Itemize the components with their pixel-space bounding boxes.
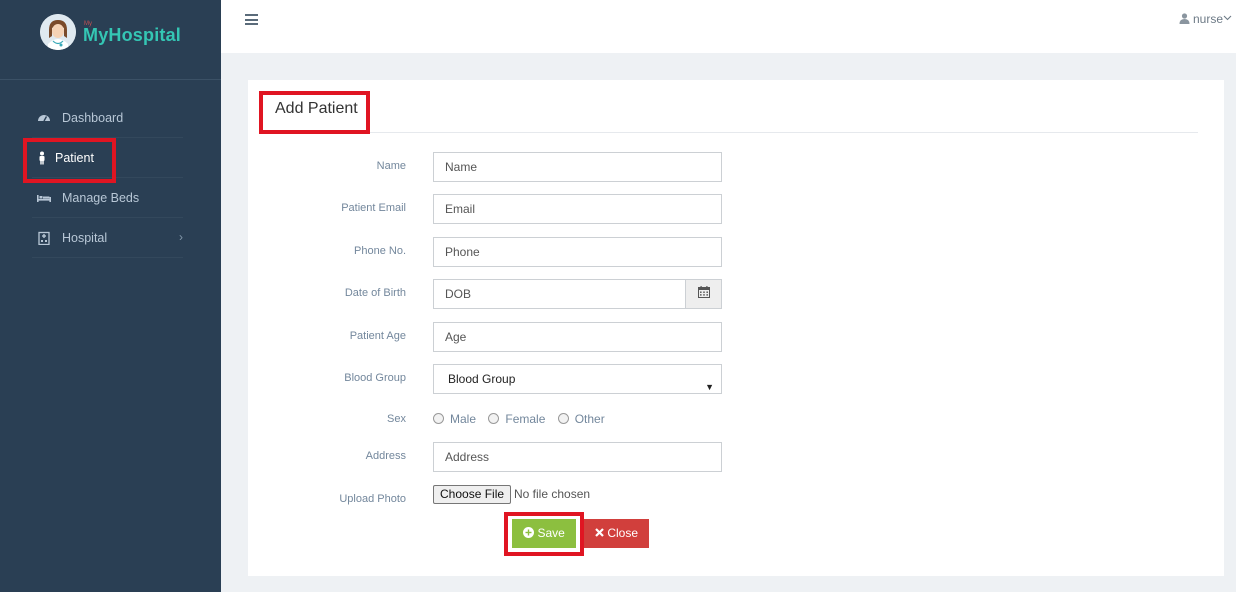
user-menu[interactable]: nurse xyxy=(1179,12,1232,26)
file-status: No file chosen xyxy=(514,487,591,501)
name-label: Name xyxy=(376,160,406,172)
sex-label: Sex xyxy=(387,413,406,425)
username: nurse xyxy=(1192,12,1223,26)
radio-female[interactable] xyxy=(488,413,500,424)
form-row-blood-group: Blood Group Blood Group ▼ xyxy=(0,364,1236,394)
radio-other[interactable] xyxy=(557,413,569,424)
name-field[interactable]: Name xyxy=(433,152,722,182)
title-divider xyxy=(370,132,1198,133)
address-label: Address xyxy=(365,450,406,462)
blood-group-select[interactable]: Blood Group ▼ xyxy=(433,364,722,394)
radio-other-label[interactable]: Other xyxy=(575,412,605,426)
save-button[interactable]: Save xyxy=(512,519,576,548)
age-field[interactable]: Age xyxy=(433,322,722,352)
plus-circle-icon xyxy=(523,527,535,538)
calendar-icon xyxy=(698,286,710,298)
dob-label: Date of Birth xyxy=(344,287,406,299)
nurse-avatar-logo[interactable] xyxy=(40,14,76,50)
form-row-name: Name Name xyxy=(0,152,1236,182)
calendar-button[interactable] xyxy=(685,279,722,309)
form-row-dob: Date of Birth DOB xyxy=(0,279,1236,309)
email-label: Patient Email xyxy=(341,202,406,214)
form-row-sex: Sex Male Female Other xyxy=(0,405,1236,435)
blood-group-label: Blood Group xyxy=(344,372,406,384)
radio-male-label[interactable]: Male xyxy=(450,412,476,426)
sidebar-item-dashboard[interactable]: Dashboard xyxy=(32,98,183,138)
close-button[interactable]: Close xyxy=(584,519,649,548)
brand-name[interactable]: MyHospital xyxy=(83,25,181,46)
radio-female-label[interactable]: Female xyxy=(505,412,545,426)
dropdown-arrow-icon: ▼ xyxy=(705,382,714,392)
form-row-address: Address Address xyxy=(0,442,1236,472)
dob-field[interactable]: DOB xyxy=(433,279,686,309)
form-row-upload-photo: Upload Photo Choose File No file chosen xyxy=(0,485,1236,515)
topbar: nurse xyxy=(221,0,1236,53)
user-icon xyxy=(1179,13,1190,24)
sidebar-item-label: Dashboard xyxy=(62,111,124,125)
email-field[interactable]: Email xyxy=(433,194,722,224)
radio-male[interactable] xyxy=(433,413,444,424)
page-title: Add Patient xyxy=(275,100,358,117)
upload-photo-label: Upload Photo xyxy=(339,493,406,505)
save-button-label: Save xyxy=(537,526,565,540)
menu-toggle-icon[interactable] xyxy=(245,14,258,25)
form-row-age: Patient Age Age xyxy=(0,322,1236,352)
form-row-email: Patient Email Email xyxy=(0,194,1236,224)
address-field[interactable]: Address xyxy=(433,442,722,472)
form-row-phone: Phone No. Phone xyxy=(0,237,1236,267)
phone-label: Phone No. xyxy=(354,245,406,257)
age-label: Patient Age xyxy=(349,330,406,342)
close-button-label: Close xyxy=(607,526,639,540)
blood-group-value: Blood Group xyxy=(448,372,516,386)
close-icon xyxy=(595,528,604,537)
choose-file-button[interactable]: Choose File xyxy=(433,485,512,504)
brand: My MyHospital xyxy=(0,0,221,80)
dashboard-icon xyxy=(37,111,51,125)
chevron-down-icon xyxy=(1223,15,1232,21)
sex-radio-group: Male Female Other xyxy=(433,412,614,426)
phone-field[interactable]: Phone xyxy=(433,237,722,267)
